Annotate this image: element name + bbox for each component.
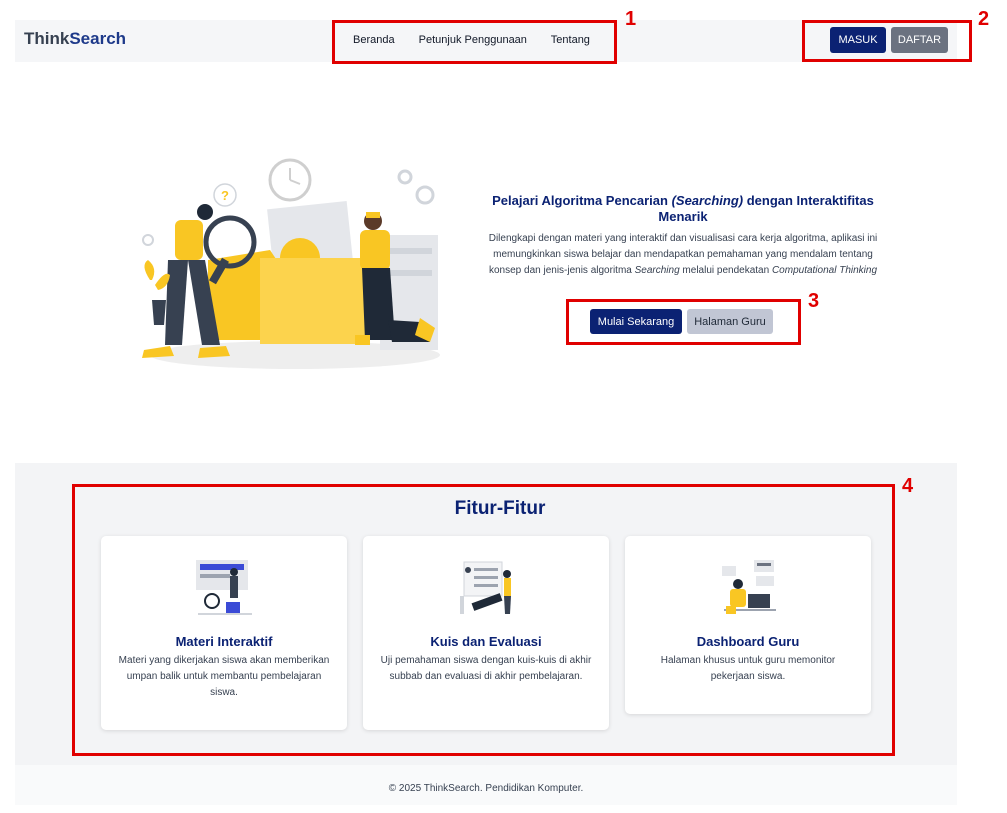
- annotation-number-1: 1: [625, 8, 637, 30]
- annotation-number-3: 3: [808, 290, 820, 312]
- brand-prefix: Think: [24, 29, 70, 48]
- annotation-box-1: [332, 20, 617, 64]
- hero-title-italic: (Searching): [671, 193, 744, 208]
- hero-illustration: ?: [142, 158, 440, 369]
- hero-title: Pelajari Algoritma Pencarian (Searching)…: [488, 193, 878, 225]
- annotation-box-4: [72, 484, 895, 756]
- hero-desc-part2: melalui pendekatan: [679, 265, 772, 276]
- annotation-box-3: [566, 299, 801, 345]
- annotation-box-2: [802, 20, 972, 62]
- annotation-number-4: 4: [902, 475, 914, 497]
- hero-title-part1: Pelajari Algoritma Pencarian: [492, 193, 672, 208]
- hero-text: Pelajari Algoritma Pencarian (Searching)…: [488, 193, 878, 279]
- hero-desc-italic1: Searching: [634, 265, 680, 276]
- hero-desc-italic2: Computational Thinking: [771, 265, 878, 276]
- brand-suffix: Search: [69, 29, 127, 48]
- brand-logo[interactable]: ThinkSearch: [24, 29, 126, 49]
- hero-description: Dilengkapi dengan materi yang interaktif…: [488, 231, 878, 279]
- svg-text:?: ?: [221, 188, 229, 203]
- annotation-number-2: 2: [978, 8, 990, 30]
- footer: © 2025 ThinkSearch. Pendidikan Komputer.: [15, 765, 957, 805]
